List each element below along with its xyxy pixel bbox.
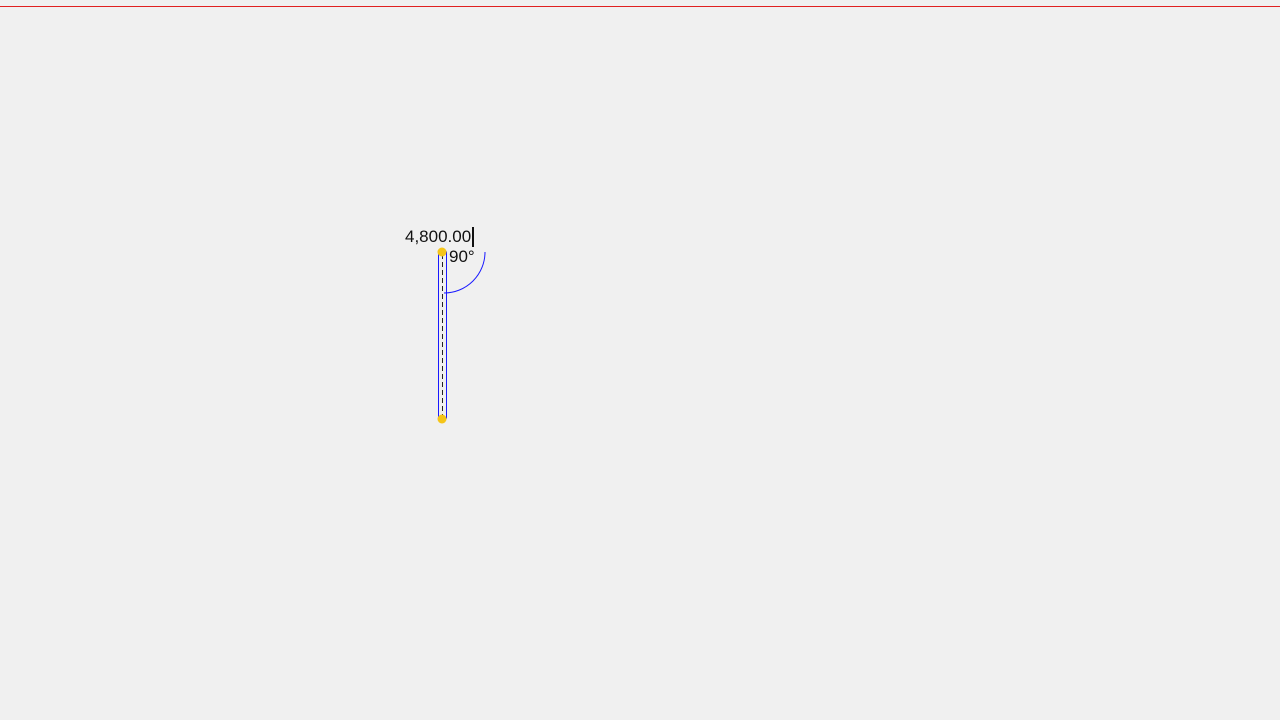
text-caret <box>472 227 475 247</box>
drawing-canvas[interactable]: 4,800.00 90° <box>0 0 1280 720</box>
start-point-handle-icon[interactable] <box>437 247 447 257</box>
length-value: 4,800.00 <box>405 227 472 246</box>
length-dimension-input[interactable]: 4,800.00 <box>405 226 475 248</box>
end-point-handle-icon[interactable] <box>437 414 447 424</box>
drawing-layer <box>437 247 486 424</box>
angle-dimension-label: 90° <box>449 247 475 266</box>
